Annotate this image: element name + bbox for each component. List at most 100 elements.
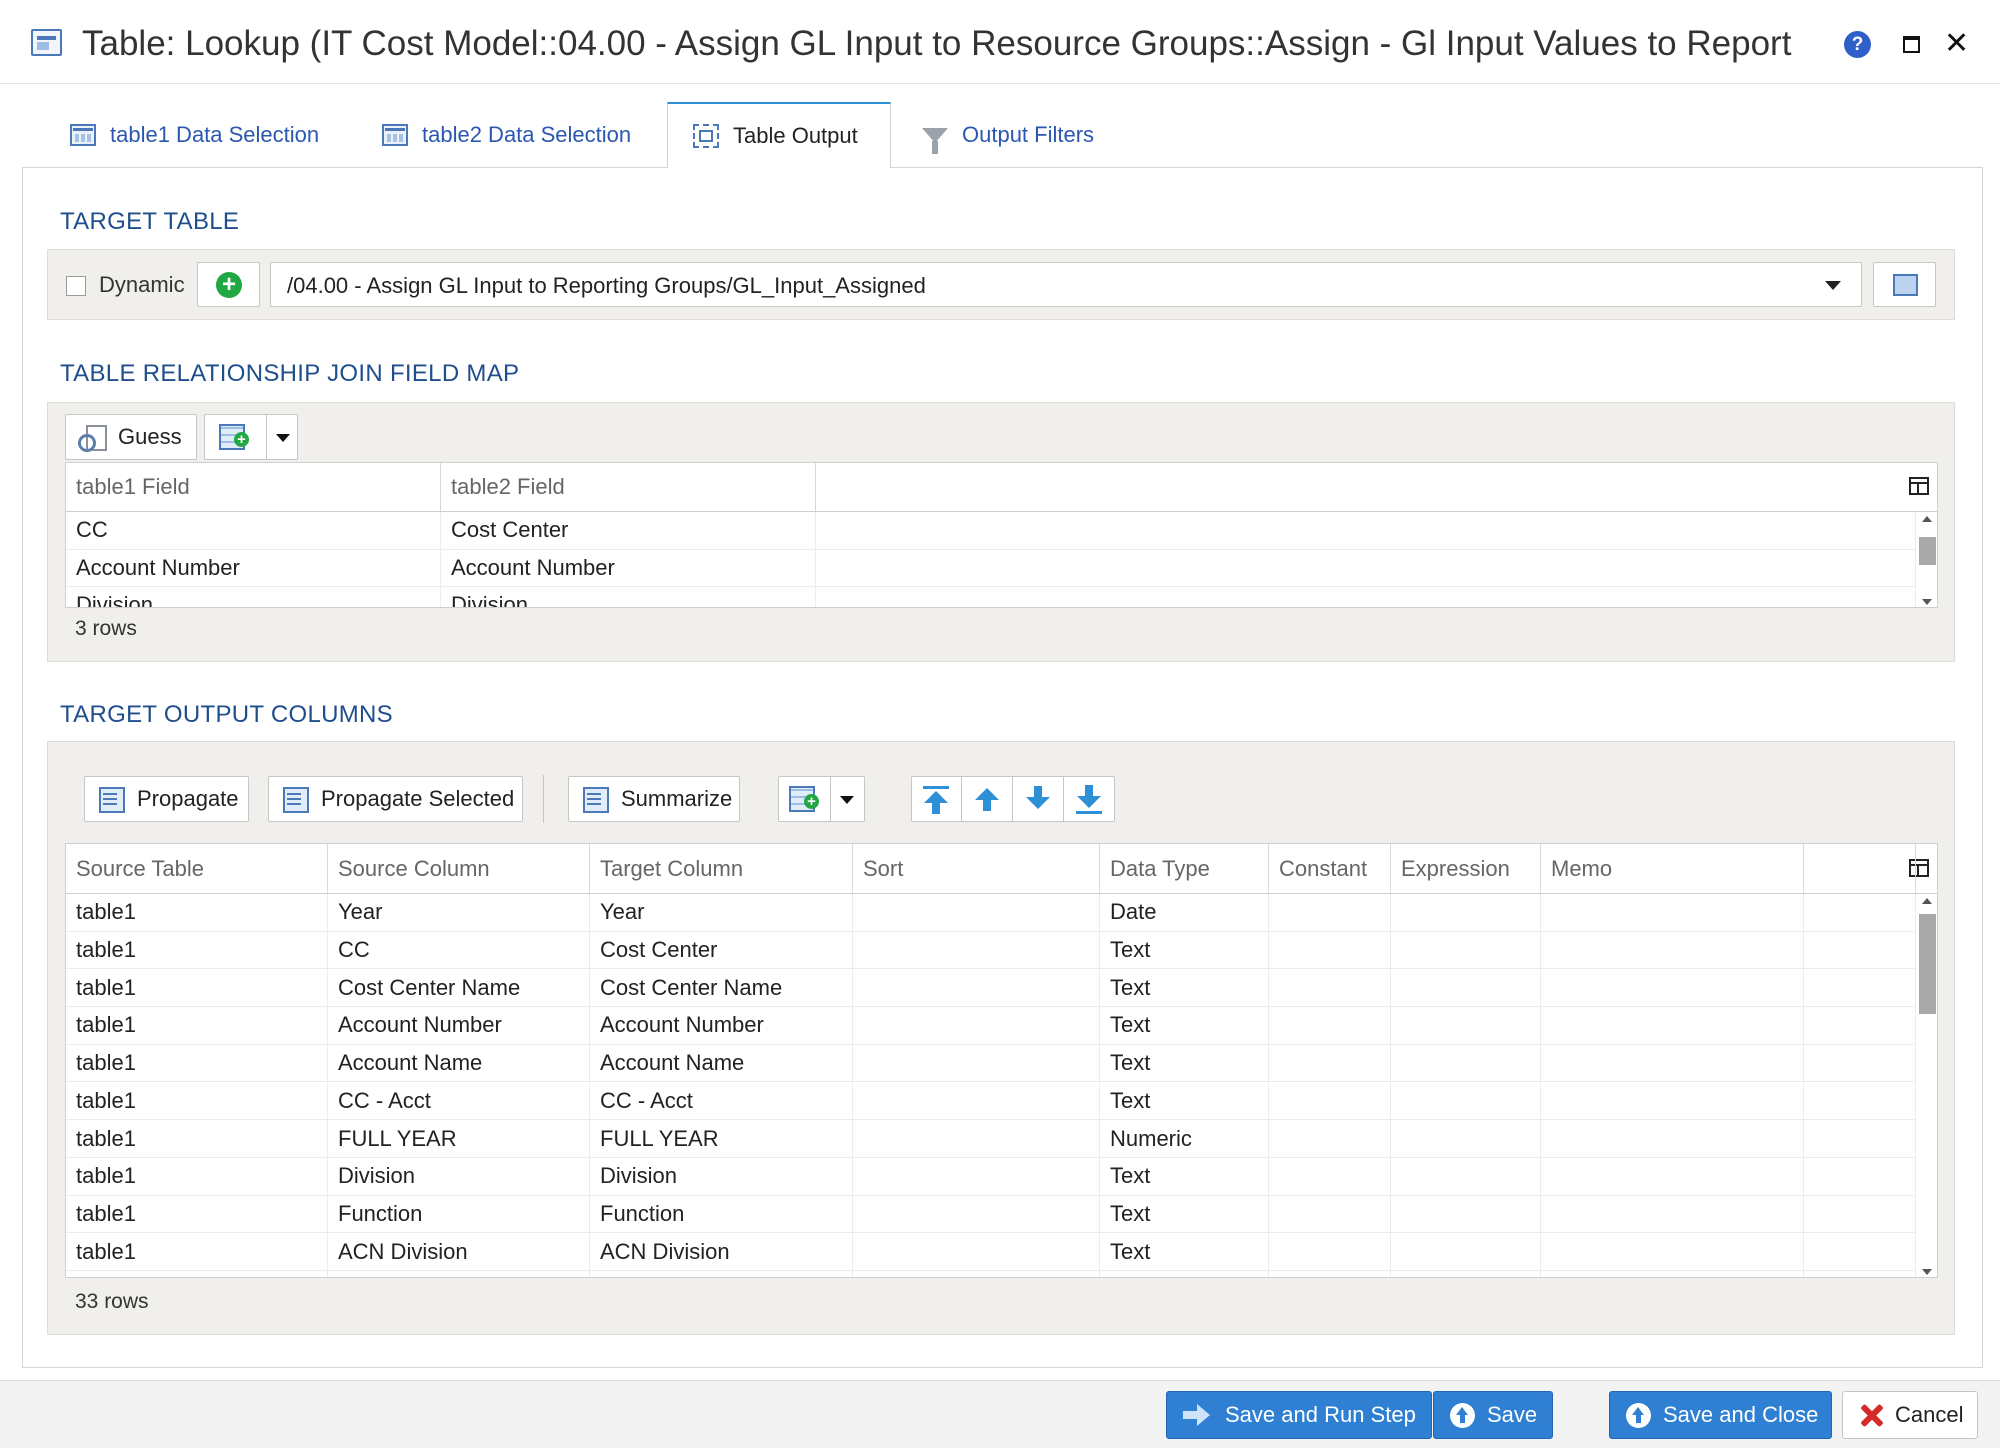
cell-source-column[interactable]: Account Number: [328, 1007, 590, 1044]
tab-output-filters[interactable]: Output Filters: [922, 102, 1094, 168]
cell-target-column[interactable]: Account Number: [590, 1007, 853, 1044]
summarize-button[interactable]: Summarize: [568, 776, 740, 822]
add-join-field-split-button[interactable]: [204, 414, 298, 460]
cell-source-table[interactable]: table1: [66, 1007, 328, 1044]
cell-data-type[interactable]: Text: [1100, 1195, 1269, 1233]
cell-source-column[interactable]: CC: [328, 931, 590, 969]
cell-source-column[interactable]: Division: [328, 1157, 590, 1195]
cell-memo[interactable]: [1541, 894, 1804, 931]
cell-memo[interactable]: [1541, 969, 1804, 1007]
cell-expression[interactable]: table2.C: [1391, 1271, 1541, 1277]
output-column-row[interactable]: table1 CC Cost Center Text: [66, 931, 1916, 970]
cell-expression[interactable]: [1391, 969, 1541, 1007]
cell-data-type[interactable]: Text: [1100, 1007, 1269, 1044]
cell-source-column[interactable]: Year: [328, 894, 590, 931]
cell-sort[interactable]: [853, 1007, 1100, 1044]
join-table-row[interactable]: Division Division: [66, 587, 1916, 607]
cell-target-column[interactable]: Account Name: [590, 1044, 853, 1082]
cell-target-column[interactable]: Cost Center: [590, 931, 853, 969]
join-cell-empty[interactable]: [816, 587, 1916, 607]
join-cell-table1-field[interactable]: CC: [66, 512, 441, 549]
cell-constant[interactable]: [1269, 1120, 1391, 1157]
scroll-up-icon[interactable]: [1922, 898, 1932, 904]
join-cell-table1-field[interactable]: Division: [66, 587, 441, 607]
output-column-row[interactable]: table1 Division Division Text: [66, 1157, 1916, 1196]
cell-memo[interactable]: [1541, 1195, 1804, 1233]
cell-source-table[interactable]: table1: [66, 969, 328, 1007]
add-output-column-split-button[interactable]: [778, 776, 865, 822]
cell-constant[interactable]: [1269, 1007, 1391, 1044]
target-table-select[interactable]: /04.00 - Assign GL Input to Reporting Gr…: [270, 262, 1862, 307]
cell-constant[interactable]: [1269, 894, 1391, 931]
cell-data-type[interactable]: Date: [1100, 894, 1269, 931]
column-header-constant[interactable]: Constant: [1269, 844, 1391, 893]
cell-source-table[interactable]: table1: [66, 894, 328, 931]
join-cell-empty[interactable]: [816, 549, 1916, 586]
cell-source-column[interactable]: ACN Division: [328, 1233, 590, 1270]
join-cell-table2-field[interactable]: Account Number: [441, 549, 816, 586]
column-header-source-column[interactable]: Source Column: [328, 844, 590, 893]
cell-data-type[interactable]: Text: [1100, 1157, 1269, 1195]
column-header-table2-field[interactable]: table2 Field: [441, 463, 816, 511]
add-table-button[interactable]: +: [197, 262, 260, 307]
cell-sort[interactable]: [853, 1157, 1100, 1195]
cell-target-column[interactable]: CC - Acct: [590, 1082, 853, 1120]
cell-data-type[interactable]: Text: [1100, 1271, 1269, 1277]
cell-constant[interactable]: [1269, 1044, 1391, 1082]
column-header-expression[interactable]: Expression: [1391, 844, 1541, 893]
propagate-button[interactable]: Propagate: [84, 776, 249, 822]
cell-source-column[interactable]: CC - Acct: [328, 1082, 590, 1120]
open-table-button[interactable]: [1873, 262, 1936, 307]
output-column-row[interactable]: table1 ACN Division ACN Division Text: [66, 1233, 1916, 1271]
scroll-down-icon[interactable]: [1922, 1269, 1932, 1275]
output-column-row[interactable]: SS Text table2.C: [66, 1271, 1916, 1277]
cell-data-type[interactable]: Text: [1100, 1082, 1269, 1120]
cell-constant[interactable]: [1269, 1195, 1391, 1233]
cell-sort[interactable]: [853, 1233, 1100, 1270]
cell-sort[interactable]: [853, 1044, 1100, 1082]
output-column-row[interactable]: table1 CC - Acct CC - Acct Text: [66, 1082, 1916, 1121]
cell-target-column[interactable]: Function: [590, 1195, 853, 1233]
chevron-down-icon[interactable]: [276, 434, 290, 442]
cell-memo[interactable]: [1541, 1120, 1804, 1157]
cell-target-column[interactable]: FULL YEAR: [590, 1120, 853, 1157]
join-grid-scrollbar[interactable]: [1916, 512, 1937, 607]
cell-sort[interactable]: [853, 931, 1100, 969]
cell-sort[interactable]: [853, 894, 1100, 931]
tab-table2-data-selection[interactable]: table2 Data Selection: [382, 102, 631, 168]
cell-expression[interactable]: [1391, 1195, 1541, 1233]
cell-data-type[interactable]: Numeric: [1100, 1120, 1269, 1157]
column-header-target-column[interactable]: Target Column: [590, 844, 853, 893]
output-column-row[interactable]: table1 FULL YEAR FULL YEAR Numeric: [66, 1120, 1916, 1158]
cell-expression[interactable]: [1391, 894, 1541, 931]
guess-button[interactable]: Guess: [65, 414, 197, 460]
output-column-row[interactable]: table1 Year Year Date: [66, 894, 1916, 932]
tab-table-output[interactable]: Table Output: [667, 102, 891, 169]
cell-source-table[interactable]: table1: [66, 1195, 328, 1233]
column-header-memo[interactable]: Memo: [1541, 844, 1804, 893]
join-cell-empty[interactable]: [816, 512, 1916, 549]
output-column-row[interactable]: table1 Account Name Account Name Text: [66, 1044, 1916, 1083]
cell-sort[interactable]: [853, 1082, 1100, 1120]
cell-constant[interactable]: [1269, 1157, 1391, 1195]
cell-sort[interactable]: [853, 1195, 1100, 1233]
cell-memo[interactable]: [1541, 931, 1804, 969]
cell-memo[interactable]: [1541, 1271, 1804, 1277]
scroll-thumb[interactable]: [1919, 914, 1936, 1014]
cell-source-table[interactable]: table1: [66, 1082, 328, 1120]
move-up-button[interactable]: [963, 777, 1013, 821]
join-cell-table2-field[interactable]: Cost Center: [441, 512, 816, 549]
cell-constant[interactable]: [1269, 1082, 1391, 1120]
cell-source-table[interactable]: table1: [66, 1157, 328, 1195]
propagate-selected-button[interactable]: Propagate Selected: [268, 776, 523, 822]
cell-memo[interactable]: [1541, 1044, 1804, 1082]
move-to-bottom-button[interactable]: [1065, 777, 1115, 821]
cell-sort[interactable]: [853, 1120, 1100, 1157]
column-header-table1-field[interactable]: table1 Field: [66, 463, 441, 511]
cell-expression[interactable]: [1391, 1082, 1541, 1120]
dynamic-checkbox[interactable]: [66, 276, 86, 296]
cell-constant[interactable]: [1269, 1233, 1391, 1270]
save-and-run-step-button[interactable]: Save and Run Step: [1166, 1391, 1432, 1439]
cell-expression[interactable]: [1391, 1044, 1541, 1082]
cell-source-column[interactable]: Cost Center Name: [328, 969, 590, 1007]
